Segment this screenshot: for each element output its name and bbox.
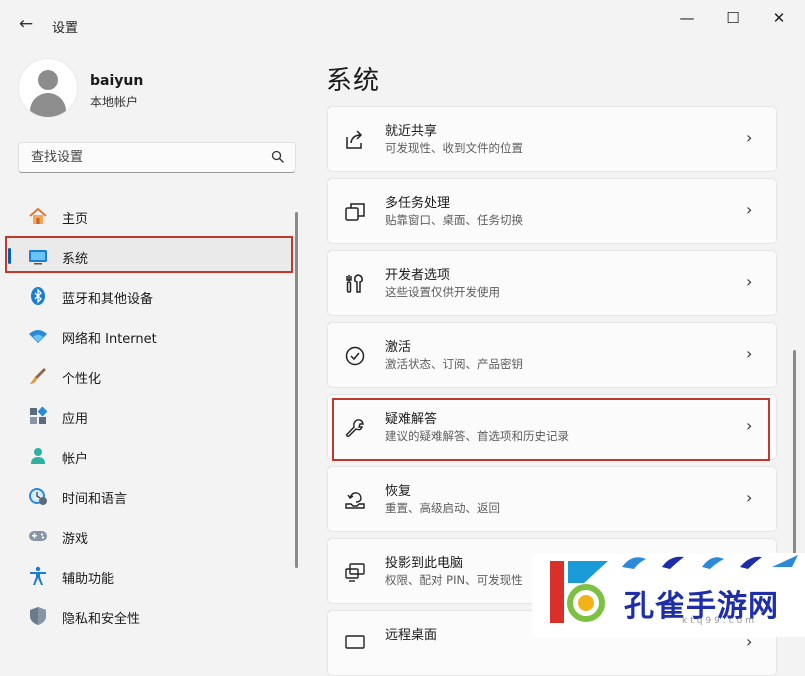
sidebar-item-accounts[interactable]: 帐户	[8, 438, 292, 474]
sidebar-item-label: 蓝牙和其他设备	[62, 292, 154, 307]
card-subtitle: 这些设置仅供开发使用	[385, 285, 500, 299]
watermark-url: ktq99.com	[682, 616, 757, 626]
sidebar-item-personalization[interactable]: 个性化	[8, 358, 292, 394]
card-title: 恢复	[385, 484, 412, 499]
bluetooth-icon	[31, 287, 45, 305]
sidebar-item-label: 帐户	[62, 452, 89, 467]
minimize-button[interactable]: —	[672, 8, 702, 28]
search-icon[interactable]	[271, 150, 285, 164]
search-box[interactable]	[18, 142, 296, 173]
highlight-box-troubleshoot	[332, 398, 770, 461]
account-type: 本地帐户	[90, 95, 139, 109]
user-name: baiyun	[90, 73, 144, 89]
card-subtitle: 权限、配对 PIN、可发现性	[385, 573, 523, 587]
back-arrow-icon[interactable]: ←	[16, 14, 36, 34]
sidebar-item-label: 网络和 Internet	[62, 332, 157, 347]
sidebar-item-time-language[interactable]: 时间和语言	[8, 478, 292, 514]
card-title: 投影到此电脑	[385, 556, 464, 571]
chevron-right-icon: ›	[746, 344, 753, 363]
account-icon	[31, 448, 45, 464]
watermark: 孔雀手游网 ktq99.com	[532, 553, 805, 637]
sidebar-item-label: 主页	[62, 212, 89, 227]
card-recovery[interactable]: 恢复 重置、高级启动、返回 ›	[327, 466, 777, 532]
card-subtitle: 可发现性、收到文件的位置	[385, 141, 523, 155]
sidebar-item-label: 辅助功能	[62, 572, 115, 587]
page-title: 系统	[326, 66, 381, 96]
sidebar-item-label: 隐私和安全性	[62, 612, 141, 627]
card-subtitle: 重置、高级启动、返回	[385, 501, 500, 515]
remote-desktop-icon	[345, 635, 365, 649]
sidebar-item-bluetooth[interactable]: 蓝牙和其他设备	[8, 278, 292, 314]
card-title: 就近共享	[385, 124, 438, 139]
avatar[interactable]	[18, 58, 78, 118]
wifi-icon	[29, 330, 47, 343]
activation-icon	[345, 346, 365, 366]
app-title: 设置	[52, 21, 79, 36]
title-bar: ← 设置 — ☐ ✕	[0, 0, 805, 48]
sidebar-scrollbar[interactable]	[295, 212, 298, 568]
highlight-box-system	[5, 236, 293, 273]
sidebar-item-privacy[interactable]: 隐私和安全性	[8, 598, 292, 634]
card-subtitle: 激活状态、订阅、产品密钥	[385, 357, 523, 371]
card-multitasking[interactable]: 多任务处理 贴靠窗口、桌面、任务切换 ›	[327, 178, 777, 244]
sidebar-item-label: 应用	[62, 412, 89, 427]
card-title: 多任务处理	[385, 196, 451, 211]
multitask-icon	[345, 203, 365, 221]
accessibility-icon	[30, 566, 46, 585]
sidebar-item-apps[interactable]: 应用	[8, 398, 292, 434]
recovery-icon	[345, 492, 365, 509]
card-title: 激活	[385, 340, 412, 355]
projection-icon	[345, 563, 365, 582]
developer-icon	[346, 274, 363, 293]
chevron-right-icon: ›	[746, 488, 753, 507]
card-title: 开发者选项	[385, 268, 451, 283]
chevron-right-icon: ›	[746, 272, 753, 291]
card-developer-options[interactable]: 开发者选项 这些设置仅供开发使用 ›	[327, 250, 777, 316]
watermark-bird-glyphs	[622, 555, 798, 569]
chevron-right-icon: ›	[746, 128, 753, 147]
card-nearby-sharing[interactable]: 就近共享 可发现性、收到文件的位置 ›	[327, 106, 777, 172]
maximize-button[interactable]: ☐	[718, 8, 748, 28]
chevron-right-icon: ›	[746, 200, 753, 219]
shield-icon	[30, 607, 46, 625]
peacock-logo	[550, 561, 608, 623]
sidebar-item-accessibility[interactable]: 辅助功能	[8, 558, 292, 594]
sidebar-item-gaming[interactable]: 游戏	[8, 518, 292, 554]
brush-icon	[30, 368, 46, 384]
apps-icon	[30, 406, 48, 424]
main-scrollbar[interactable]	[793, 350, 796, 580]
home-icon	[29, 207, 47, 224]
card-activation[interactable]: 激活 激活状态、订阅、产品密钥 ›	[327, 322, 777, 388]
search-input[interactable]	[29, 149, 263, 166]
share-icon	[346, 130, 363, 149]
card-title: 远程桌面	[385, 628, 438, 643]
card-subtitle: 贴靠窗口、桌面、任务切换	[385, 213, 523, 227]
sidebar-item-label: 游戏	[62, 532, 89, 547]
sidebar-item-label: 时间和语言	[62, 492, 128, 507]
time-language-icon	[29, 488, 47, 505]
gamepad-icon	[29, 531, 47, 541]
sidebar-item-network[interactable]: 网络和 Internet	[8, 318, 292, 354]
sidebar-item-label: 个性化	[62, 372, 102, 387]
close-button[interactable]: ✕	[764, 8, 794, 28]
sidebar-item-home[interactable]: 主页	[8, 198, 292, 234]
